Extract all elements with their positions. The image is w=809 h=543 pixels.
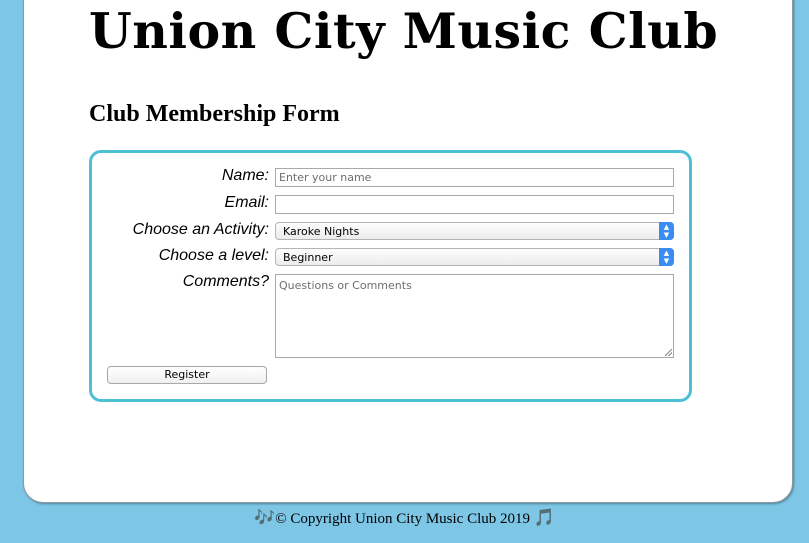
select-arrows-icon: ▲ ▼ xyxy=(659,222,674,240)
select-arrows-icon: ▲ ▼ xyxy=(659,248,674,266)
music-note-icon: 🎵 xyxy=(533,508,555,528)
site-title: Union City Music Club xyxy=(89,2,719,60)
email-label: Email: xyxy=(224,194,269,211)
activity-select[interactable]: Karoke Nights ▲ ▼ xyxy=(275,222,674,240)
level-label: Choose a level: xyxy=(158,247,269,264)
resize-grip-icon[interactable] xyxy=(665,349,672,356)
footer: 🎶© Copyright Union City Music Club 2019 … xyxy=(0,508,809,528)
copyright-text: © Copyright Union City Music Club 2019 xyxy=(275,511,530,527)
activity-selected-value: Karoke Nights xyxy=(283,225,360,238)
email-field[interactable] xyxy=(275,195,674,214)
comments-placeholder: Questions or Comments xyxy=(279,279,412,292)
level-select[interactable]: Beginner ▲ ▼ xyxy=(275,248,674,266)
name-label: Name: xyxy=(221,167,269,184)
name-field[interactable]: Enter your name xyxy=(275,168,674,187)
activity-label: Choose an Activity: xyxy=(132,221,269,238)
music-notes-icon: 🎶 xyxy=(254,508,276,528)
register-button[interactable]: Register xyxy=(107,366,267,384)
name-placeholder: Enter your name xyxy=(279,171,372,184)
comments-label: Comments? xyxy=(182,273,269,290)
comments-textarea[interactable]: Questions or Comments xyxy=(275,274,674,358)
form-title: Club Membership Form xyxy=(89,101,340,127)
level-selected-value: Beginner xyxy=(283,251,333,264)
